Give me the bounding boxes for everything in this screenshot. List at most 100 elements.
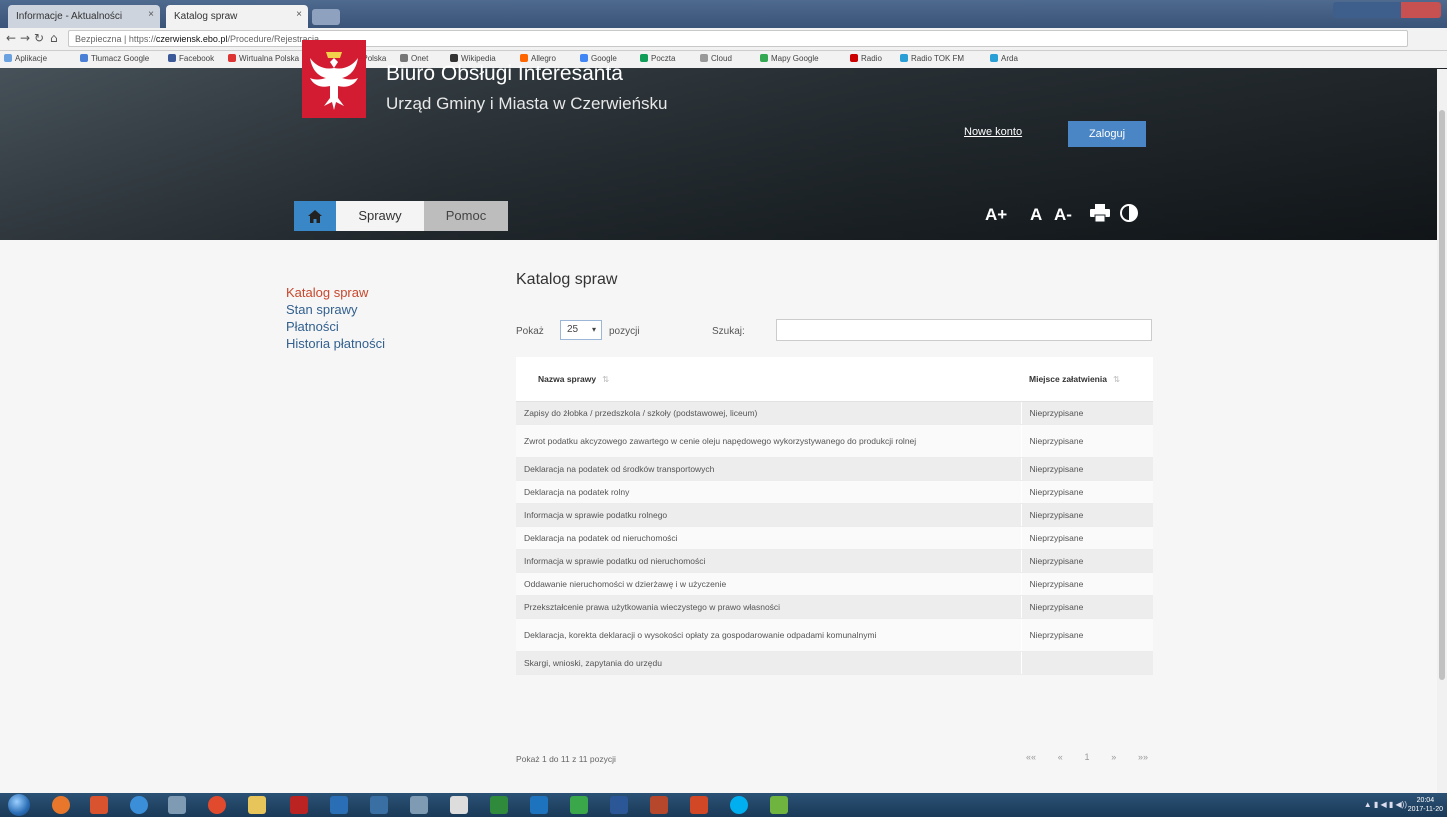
bookmark-item[interactable]: Facebook xyxy=(168,54,214,63)
case-name-cell[interactable]: Informacja w sprawie podatku od nierucho… xyxy=(516,549,1021,573)
bookmark-item[interactable]: Arda xyxy=(990,54,1018,63)
nav-home-button[interactable] xyxy=(294,201,336,231)
sidebar-item-stan-sprawy[interactable]: Stan sprawy xyxy=(286,302,358,317)
bookmark-item[interactable]: Tłumacz Google xyxy=(80,54,149,63)
app-icon[interactable] xyxy=(168,796,186,814)
table-info: Pokaż 1 do 11 z 11 pozycji xyxy=(516,754,616,764)
new-tab-button[interactable] xyxy=(312,9,340,25)
case-name-cell[interactable]: Zwrot podatku akcyzowego zawartego w cen… xyxy=(516,424,1021,458)
search-input[interactable] xyxy=(776,319,1152,341)
app-icon[interactable] xyxy=(410,796,428,814)
excel-icon[interactable] xyxy=(490,796,508,814)
case-name-cell[interactable]: Oddawanie nieruchomości w dzierżawę i w … xyxy=(516,572,1021,596)
powerpoint-icon[interactable] xyxy=(690,796,708,814)
folder-icon[interactable] xyxy=(248,796,266,814)
sidebar-item-platnosci[interactable]: Płatności xyxy=(286,319,339,334)
table-row[interactable]: Skargi, wnioski, zapytania do urzędu xyxy=(516,651,1153,675)
table-row[interactable]: Przekształcenie prawa użytkowania wieczy… xyxy=(516,595,1153,619)
skype-icon[interactable] xyxy=(730,796,748,814)
chrome-icon[interactable] xyxy=(208,796,226,814)
pager-first-button[interactable]: «« xyxy=(1022,750,1040,768)
pager-next-button[interactable]: » xyxy=(1107,750,1120,768)
case-name-cell[interactable]: Deklaracja, korekta deklaracji o wysokoś… xyxy=(516,618,1021,652)
table-row[interactable]: Deklaracja, korekta deklaracji o wysokoś… xyxy=(516,618,1153,652)
browser-tab-katalog[interactable]: Katalog spraw × xyxy=(166,5,308,28)
column-header-name[interactable]: Nazwa sprawy ⇅ xyxy=(516,357,1021,402)
case-name-cell[interactable]: Przekształcenie prawa użytkowania wieczy… xyxy=(516,595,1021,619)
word-icon[interactable] xyxy=(610,796,628,814)
app-icon[interactable] xyxy=(330,796,348,814)
site-header xyxy=(0,68,1447,240)
column-header-place[interactable]: Miejsce załatwienia ⇅ xyxy=(1021,357,1153,402)
browser-tab-informacje[interactable]: Informacje - Aktualności × xyxy=(8,5,160,28)
photoshop-icon[interactable] xyxy=(370,796,388,814)
table-row[interactable]: Deklaracja na podatek od nieruchomości Ni… xyxy=(516,526,1153,550)
print-icon[interactable] xyxy=(1090,204,1110,227)
case-name-cell[interactable]: Skargi, wnioski, zapytania do urzędu xyxy=(516,651,1021,675)
address-bar[interactable]: Bezpieczna | https://czerwiensk.ebo.pl/P… xyxy=(68,30,1408,47)
case-place-cell: Nieprzypisane xyxy=(1020,424,1153,458)
document-icon[interactable] xyxy=(450,796,468,814)
case-name-cell[interactable]: Deklaracja na podatek od środków transpo… xyxy=(516,457,1021,481)
start-button-icon[interactable] xyxy=(8,794,30,816)
nav-tab-sprawy[interactable]: Sprawy xyxy=(336,201,424,231)
case-place-cell: Nieprzypisane xyxy=(1020,549,1153,573)
table-row[interactable]: Oddawanie nieruchomości w dzierżawę i w … xyxy=(516,572,1153,596)
media-player-icon[interactable] xyxy=(90,796,108,814)
case-name-cell[interactable]: Deklaracja na podatek od nieruchomości xyxy=(516,526,1021,550)
onenote-icon[interactable] xyxy=(650,796,668,814)
sidebar-item-katalog-spraw[interactable]: Katalog spraw xyxy=(286,285,368,300)
taskbar-clock[interactable]: 20:04 2017-11-20 xyxy=(1408,796,1443,814)
bookmark-item[interactable]: Cloud xyxy=(700,54,732,63)
page-length-label: Pokaż xyxy=(516,326,544,337)
font-increase-button[interactable]: A+ xyxy=(985,205,1007,225)
browser-tab-label: Informacje - Aktualności xyxy=(16,11,123,22)
app-icon[interactable] xyxy=(570,796,588,814)
close-tab-icon[interactable]: × xyxy=(296,9,302,20)
table-row[interactable]: Informacja w sprawie podatku rolnego Niep… xyxy=(516,503,1153,527)
sidebar-item-historia-platnosci[interactable]: Historia płatności xyxy=(286,336,385,351)
reload-icon[interactable]: ↻ xyxy=(34,31,44,45)
case-name-cell[interactable]: Informacja w sprawie podatku rolnego xyxy=(516,503,1021,527)
window-close-button[interactable] xyxy=(1401,2,1441,18)
case-name-cell[interactable]: Deklaracja na podatek rolny xyxy=(516,480,1021,504)
sort-icon: ⇅ xyxy=(602,373,610,384)
new-account-link[interactable]: Nowe konto xyxy=(964,126,1022,138)
back-arrow-icon[interactable]: ← xyxy=(6,31,16,45)
table-row[interactable]: Deklaracja na podatek od środków transpo… xyxy=(516,457,1153,481)
table-row[interactable]: Zapisy do żłobka / przedszkola / szkoły … xyxy=(516,401,1153,425)
pdf-reader-icon[interactable] xyxy=(290,796,308,814)
bookmark-item[interactable]: Radio TOK FM xyxy=(900,54,964,63)
font-normal-button[interactable]: A xyxy=(1030,205,1042,225)
page-length-select[interactable]: 25 ▾ xyxy=(560,320,602,340)
pager-last-button[interactable]: »» xyxy=(1134,750,1152,768)
window-controls[interactable] xyxy=(1333,2,1441,18)
internet-explorer-icon[interactable] xyxy=(130,796,148,814)
system-tray-icons[interactable]: ▲ ▮ ◀ ▮ ◀)) xyxy=(1364,800,1407,809)
contrast-icon[interactable] xyxy=(1120,204,1138,227)
pager-page-1-button[interactable]: 1 xyxy=(1080,750,1093,768)
case-place-cell xyxy=(1020,651,1153,675)
case-name-cell[interactable]: Zapisy do żłobka / przedszkola / szkoły … xyxy=(516,401,1021,425)
address-prefix: Bezpieczna | https:// xyxy=(75,34,156,44)
app-icon[interactable] xyxy=(770,796,788,814)
table-row[interactable]: Informacja w sprawie podatku od nierucho… xyxy=(516,549,1153,573)
login-button[interactable]: Zaloguj xyxy=(1068,121,1146,147)
firefox-icon[interactable] xyxy=(52,796,70,814)
home-icon[interactable]: ⌂ xyxy=(50,31,58,45)
bookmark-item[interactable]: Wirtualna Polska xyxy=(228,54,299,63)
table-row[interactable]: Deklaracja na podatek rolny Nieprzypisane xyxy=(516,480,1153,504)
bookmark-item[interactable]: Radio xyxy=(850,54,882,63)
table-row[interactable]: Zwrot podatku akcyzowego zawartego w cen… xyxy=(516,424,1153,458)
bookmark-item[interactable]: Poczta xyxy=(640,54,675,63)
nav-tab-pomoc[interactable]: Pomoc xyxy=(424,201,508,231)
close-tab-icon[interactable]: × xyxy=(148,9,154,20)
scrollbar-thumb[interactable] xyxy=(1439,110,1445,680)
font-decrease-button[interactable]: A- xyxy=(1054,205,1072,225)
bookmark-item[interactable]: Aplikacje xyxy=(4,54,47,63)
forward-arrow-icon[interactable]: → xyxy=(20,31,30,45)
eagle-emblem-icon xyxy=(302,40,366,118)
outlook-icon[interactable] xyxy=(530,796,548,814)
bookmark-item[interactable]: Mapy Google xyxy=(760,54,819,63)
pager-prev-button[interactable]: « xyxy=(1054,750,1067,768)
